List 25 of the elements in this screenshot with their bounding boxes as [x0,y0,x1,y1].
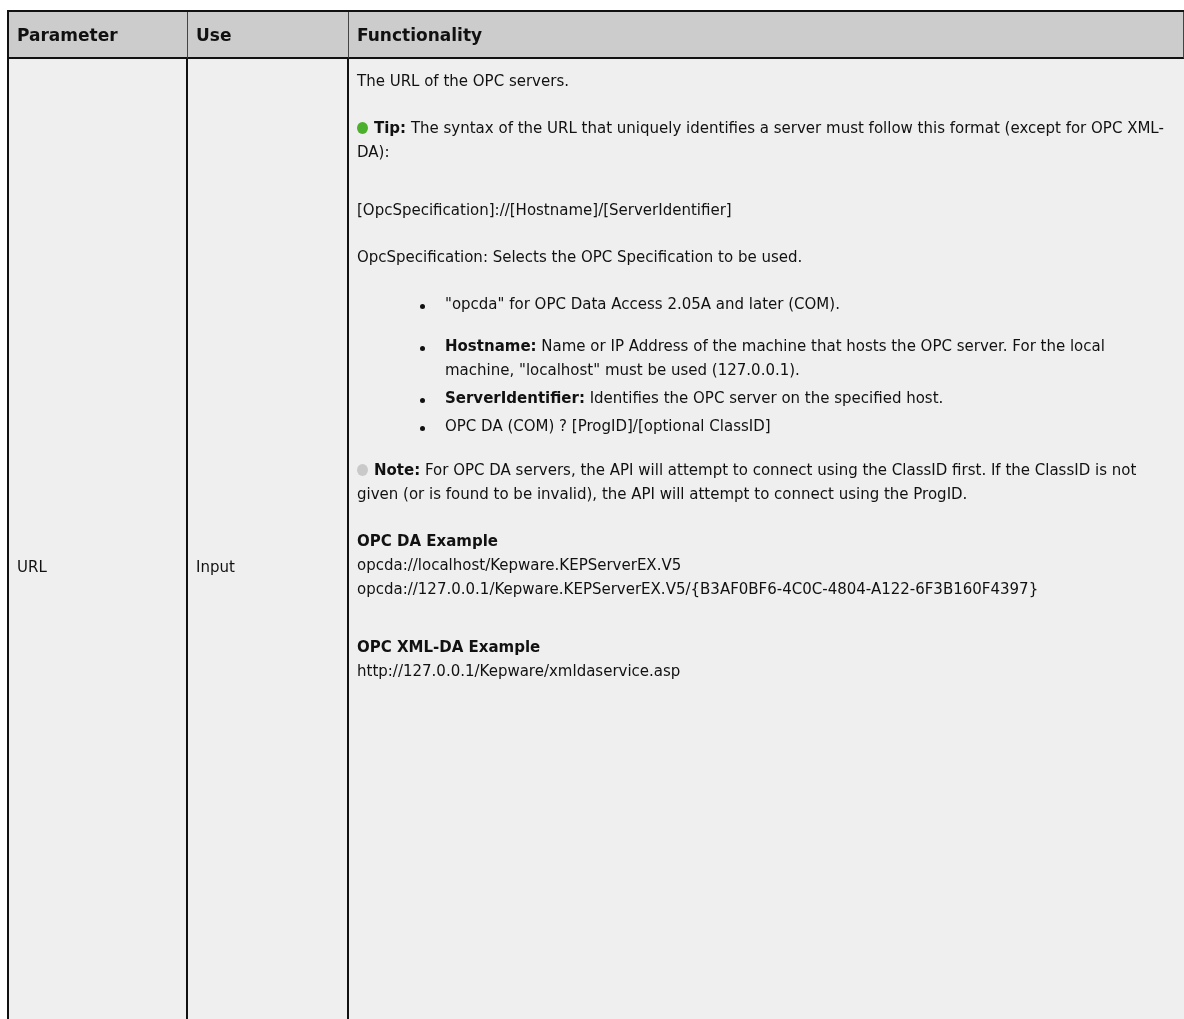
example-url: opcda://localhost/Kepware.KEPServerEX.V5 [357,555,683,576]
note-text: Note: For OPC DA servers, the API will attempt to connect using the ClassID first. If the ClassID is not given (or is found to be invalid), the API will attempt to connect using the ProgID. [357,460,1138,505]
bullet-icon [420,346,425,351]
table-cell-text: Input [196,557,235,578]
list-item-text: ServerIdentifier: Identifies the OPC server on the specified host. [445,388,944,409]
example-heading: OPC XML-DA Example [357,637,542,658]
column-header: Functionality [349,12,1184,59]
description-text: OpcSpecification: Selects the OPC Specification to be used. [357,247,804,268]
list-item-text: "opcda" for OPC Data Access 2.05A and later (COM). [445,294,840,315]
bullet-icon [420,426,425,431]
example-url: opcda://127.0.0.1/Kepware.KEPServerEX.V5/{B3AF0BF6-4C0C-4804-A122-6F3B160F4397} [357,579,1040,600]
note-icon [357,464,368,476]
description-text: [OpcSpecification]://[Hostname]/[ServerIdentifier] [357,200,733,221]
tip-icon [357,122,368,134]
bullet-icon [420,398,425,403]
example-heading: OPC DA Example [357,531,499,552]
list-item-text: OPC DA (COM) ? [ProgID]/[optional ClassID] [445,416,771,437]
column-header: Parameter [9,12,188,59]
bullet-icon [420,304,425,309]
column-header: Use [188,12,349,59]
list-item-text: Hostname: Name or IP Address of the machine that hosts the OPC server. For the local machine, "localhost" must be used (127.0.0.1). [445,336,1106,381]
description-text: The URL of the OPC servers. [357,71,570,92]
tip-text: Tip: The syntax of the URL that uniquely identifies a server must follow this format (except for OPC XML-DA): [357,118,1165,163]
example-url: http://127.0.0.1/Kepware/xmldaservice.asp [357,661,682,682]
table-cell-text: URL [17,557,47,578]
